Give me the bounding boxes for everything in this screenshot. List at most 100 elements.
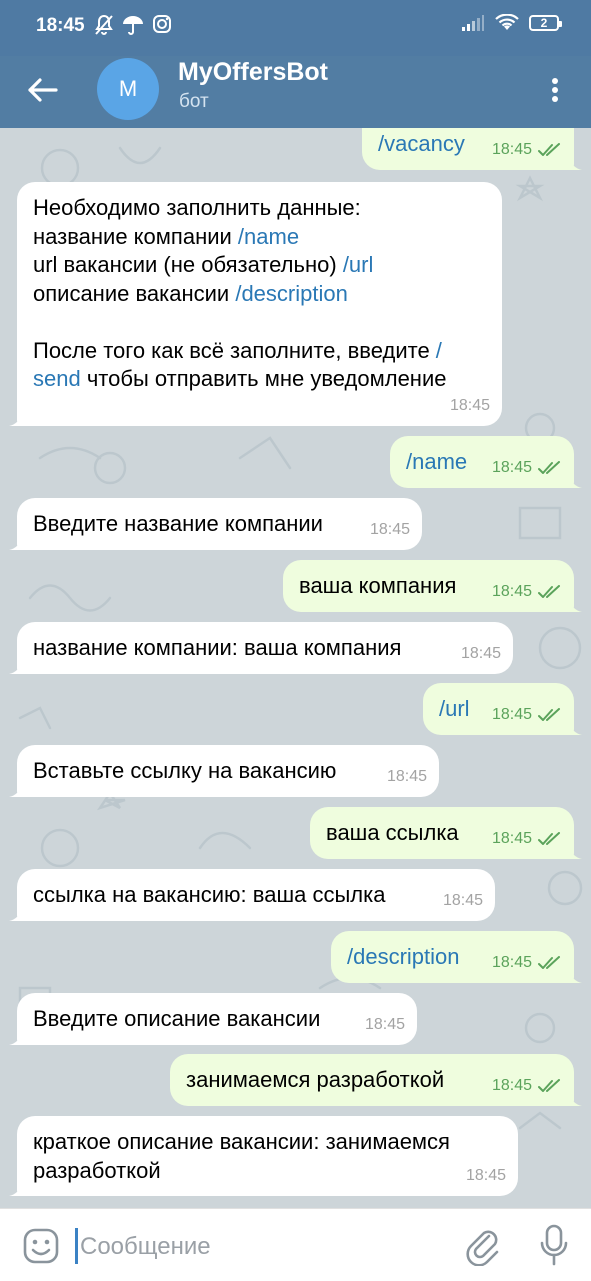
message-time: 18:45 <box>492 454 564 483</box>
message-time-text: 18:45 <box>491 140 532 158</box>
incoming-message[interactable]: ссылка на вакансию: ваша ссылка 18:45 <box>9 869 495 921</box>
message-time-text: 18:45 <box>465 1166 506 1184</box>
message-text: Необходимо заполнить данные: название ком… <box>33 194 488 394</box>
incoming-message[interactable]: название компании: ваша компания 18:45 <box>9 622 513 674</box>
message-text-span: название компании <box>33 223 238 249</box>
message-line: После того как всё заполните, введите / <box>33 337 488 366</box>
message-text: ссылка на вакансию: ваша ссылка <box>33 881 481 910</box>
message-time-text: 18:45 <box>369 520 410 538</box>
incoming-message[interactable]: Необходимо заполнить данные: название ком… <box>9 182 502 426</box>
command-link[interactable]: send <box>33 366 81 391</box>
message-time-text: 18:45 <box>442 891 483 909</box>
message-time: 18:45 <box>365 1011 405 1040</box>
message-line: url вакансии (не обязательно) /url <box>33 251 488 280</box>
message-text: название компании: ваша компания <box>33 634 499 663</box>
more-vertical-icon[interactable] <box>537 70 573 110</box>
read-checks-icon <box>538 1078 560 1092</box>
outgoing-message[interactable]: ваша ссылка 18:45 <box>310 807 582 859</box>
back-arrow-icon[interactable] <box>22 70 62 110</box>
command-link[interactable]: /description <box>235 281 348 306</box>
message-time: 18:45 <box>492 701 564 730</box>
paperclip-icon[interactable] <box>465 1226 501 1266</box>
outgoing-message[interactable]: занимаемся разработкой 18:45 <box>170 1054 582 1106</box>
message-text-span: После того как всё заполните, введите <box>33 337 436 363</box>
message-text-span: ваша ссылка <box>326 820 459 845</box>
message-text-span: описание вакансии <box>33 280 236 306</box>
message-text: Введите название компании <box>33 510 408 539</box>
message-text-span: /url <box>439 696 470 721</box>
outgoing-message[interactable]: /description 18:45 <box>331 931 582 983</box>
umbrella-icon <box>123 16 143 35</box>
message-text: Введите описание вакансии <box>33 1005 403 1034</box>
bubble-tail <box>9 1031 23 1045</box>
bubble-tail <box>568 474 582 488</box>
mute-bell-icon <box>95 14 113 35</box>
emoji-icon[interactable] <box>22 1227 60 1265</box>
bot-avatar[interactable]: M <box>97 58 159 120</box>
message-time: 18:45 <box>492 949 564 978</box>
incoming-message[interactable]: Введите описание вакансии 18:45 <box>9 993 417 1045</box>
bot-subtitle: бот <box>179 91 209 112</box>
message-text-span: ссылка на вакансию: ваша ссылка <box>33 882 386 907</box>
message-text-span: Необходимо заполнить данные: <box>33 195 361 220</box>
message-text-span: url вакансии (не обязательно) <box>33 252 343 277</box>
message-text-span: Вставьте ссылку на вакансию <box>33 758 337 783</box>
message-time: 18:45 <box>461 640 501 669</box>
read-checks-icon <box>538 142 560 156</box>
message-time: 18:45 <box>492 578 564 607</box>
bot-name[interactable]: MyOffersBot <box>178 58 328 87</box>
incoming-message[interactable]: краткое описание вакансии: занимаемся раз… <box>9 1116 518 1196</box>
message-text-span: краткое описание вакансии: занимаемся <box>33 1129 450 1154</box>
message-time-text: 18:45 <box>460 644 501 662</box>
signal-icon <box>462 15 484 31</box>
message-time: 18:45 <box>370 516 410 545</box>
message-time: 18:45 <box>387 763 427 792</box>
instagram-icon <box>153 15 171 33</box>
message-text: Вставьте ссылку на вакансию <box>33 757 425 786</box>
bubble-tail <box>568 598 582 612</box>
bubble-tail <box>9 412 23 426</box>
command-link[interactable]: /url <box>343 252 374 277</box>
message-text-span: разработкой <box>33 1157 161 1183</box>
message-line: Необходимо заполнить данные: <box>33 194 488 223</box>
bubble-tail <box>9 907 23 921</box>
outgoing-message[interactable]: ваша компания 18:45 <box>283 560 582 612</box>
message-time: 18:45 <box>450 392 490 421</box>
bubble-tail <box>9 783 23 797</box>
message-text-span: чтобы отправить мне уведомление <box>80 366 447 391</box>
microphone-icon[interactable] <box>537 1223 571 1267</box>
bubble-tail <box>9 536 23 550</box>
message-text-span: /vacancy <box>378 131 465 156</box>
message-input[interactable] <box>80 1227 440 1267</box>
message-time-text: 18:45 <box>491 458 532 476</box>
outgoing-message[interactable]: /vacancy 18:45 <box>362 128 582 170</box>
outgoing-message[interactable]: /url 18:45 <box>423 683 582 735</box>
bubble-tail <box>568 969 582 983</box>
message-line: разработкой <box>33 1157 504 1186</box>
read-checks-icon <box>538 584 560 598</box>
message-time-text: 18:45 <box>491 1076 532 1094</box>
chat-area[interactable]: /vacancy 18:45 Необходимо заполнить данные… <box>0 128 591 1208</box>
read-checks-icon <box>538 955 560 969</box>
bubble-tail <box>568 721 582 735</box>
read-checks-icon <box>538 831 560 845</box>
incoming-message[interactable]: Вставьте ссылку на вакансию 18:45 <box>9 745 439 797</box>
outgoing-message[interactable]: /name 18:45 <box>390 436 582 488</box>
battery-icon: 2 <box>529 15 562 31</box>
message-time: 18:45 <box>492 825 564 854</box>
bubble-tail <box>9 1182 23 1196</box>
message-text-span: /name <box>406 449 468 474</box>
bubble-tail <box>568 1092 582 1106</box>
bubble-tail <box>9 660 23 674</box>
read-checks-icon <box>538 460 560 474</box>
command-link[interactable]: / <box>436 338 442 363</box>
message-time-text: 18:45 <box>491 953 532 971</box>
command-link[interactable]: /name <box>238 224 299 249</box>
message-time-text: 18:45 <box>364 1015 405 1033</box>
message-time: 18:45 <box>466 1162 506 1191</box>
incoming-message[interactable]: Введите название компании 18:45 <box>9 498 422 550</box>
message-time-text: 18:45 <box>449 396 490 414</box>
message-line: send чтобы отправить мне уведомление <box>33 365 488 394</box>
message-text-span: Введите название компании <box>33 511 323 536</box>
message-line: название компании /name <box>33 223 488 252</box>
